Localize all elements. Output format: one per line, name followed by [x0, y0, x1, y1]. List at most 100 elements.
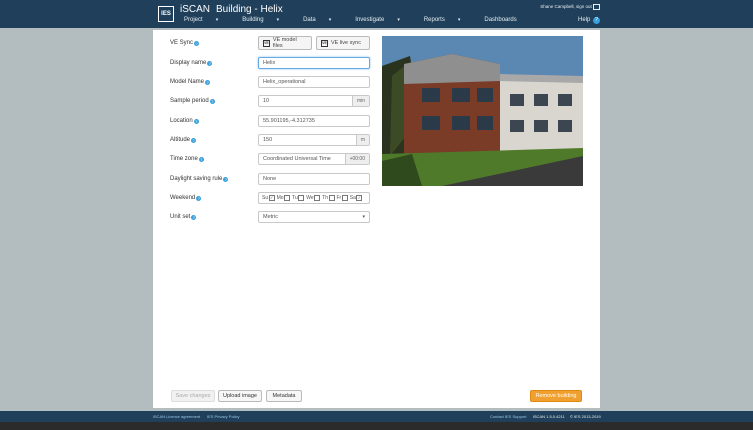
nav-data-label: Data — [303, 17, 316, 23]
app-name[interactable]: iSCAN — [180, 4, 210, 15]
help-link[interactable]: Help ? — [578, 17, 600, 24]
help-icon[interactable]: ? — [207, 60, 213, 66]
licence-link[interactable]: iSCAN Licence agreement — [153, 414, 200, 419]
weekend-day-label: Th — [322, 195, 328, 201]
ve-icon: VE — [321, 39, 328, 47]
unit-set-select[interactable]: Metric ▾ — [258, 211, 370, 223]
top-navbar: IES iSCAN Building - Helix Project ▾ Build… — [0, 0, 753, 28]
altitude-label: Altitude? — [170, 134, 197, 146]
display-name-input[interactable]: Helix — [258, 57, 370, 69]
weekend-day-label: Fr — [336, 195, 342, 201]
chevron-down-icon: ▾ — [328, 17, 332, 23]
bottom-strip — [0, 422, 753, 430]
signout-icon — [593, 4, 600, 10]
copyright-text: © IES 2013-2019 — [570, 414, 601, 419]
ve-live-sync-button[interactable]: VE VE live sync — [316, 36, 370, 50]
chevron-down-icon: ▾ — [397, 17, 400, 23]
version-text: iSCAN 1.5.0.4211 — [533, 414, 565, 419]
display-name-label-text: Display name — [170, 60, 207, 66]
ve-sync-label-text: VE Sync — [170, 40, 194, 46]
ve-icon: VE — [263, 39, 270, 47]
help-icon[interactable]: ? — [209, 98, 215, 104]
metadata-button[interactable]: Metadata — [266, 390, 302, 402]
display-name-label: Display name? — [170, 57, 213, 69]
ve-model-files-button[interactable]: VE VE model files — [258, 36, 312, 50]
weekend-day-tu[interactable]: Tu — [292, 195, 305, 201]
weekend-day-label: Sa — [349, 195, 356, 201]
time-zone-input[interactable]: Coordinated Universal Time +00:00 — [258, 153, 370, 165]
checkbox-icon[interactable] — [328, 195, 335, 201]
weekend-day-su[interactable]: Su ✓ — [262, 195, 275, 201]
chevron-down-icon: ▾ — [362, 214, 365, 220]
weekend-day-fr[interactable]: Fr — [337, 195, 348, 201]
help-icon: ? — [593, 17, 600, 24]
page-title: Building - Helix — [216, 4, 283, 15]
checkbox-icon[interactable] — [284, 195, 291, 201]
footer: iSCAN Licence agreement IES Privacy Poli… — [0, 411, 753, 422]
help-icon[interactable]: ? — [193, 118, 199, 124]
ve-live-sync-label: VE live sync — [331, 40, 361, 46]
nav-building[interactable]: Building ▾ — [242, 17, 291, 23]
checkbox-icon[interactable] — [314, 195, 321, 201]
checkbox-checked-icon[interactable]: ✓ — [356, 195, 363, 201]
nav-project-label: Project — [184, 17, 203, 23]
help-icon[interactable]: ? — [198, 156, 204, 162]
nav-dashboards-label: Dashboards — [484, 17, 517, 23]
help-icon[interactable]: ? — [194, 40, 200, 46]
save-changes-button[interactable]: Save changes — [171, 390, 215, 402]
daylight-saving-input[interactable]: None — [258, 173, 370, 185]
nav-investigate[interactable]: Investigate ▾ — [355, 17, 412, 23]
unit-set-label: Unit set? — [170, 211, 197, 223]
sample-period-value: 10 — [263, 98, 270, 104]
weekend-label-text: Weekend — [170, 195, 196, 201]
weekend-day-we[interactable]: We — [306, 195, 321, 201]
nav-data[interactable]: Data ▾ — [303, 17, 343, 23]
help-icon[interactable]: ? — [191, 214, 197, 220]
building-photo-image — [382, 36, 583, 186]
ies-logo[interactable]: IES — [158, 6, 174, 22]
help-icon[interactable]: ? — [196, 195, 202, 201]
nav-reports-label: Reports — [423, 17, 445, 23]
upload-image-button[interactable]: Upload image — [218, 390, 262, 402]
nav-reports[interactable]: Reports ▾ — [424, 17, 473, 23]
time-zone-offset: +00:00 — [344, 154, 369, 164]
help-icon[interactable]: ? — [205, 79, 211, 85]
altitude-input[interactable]: 150 m — [258, 134, 370, 146]
user-signout[interactable]: Shane Campbell, sign out — [540, 4, 600, 10]
sample-period-unit: min — [351, 96, 369, 106]
nav-dashboards[interactable]: Dashboards — [484, 17, 528, 23]
weekend-day-label: We — [306, 195, 314, 201]
weekend-day-sa[interactable]: Sa ✓ — [350, 195, 363, 201]
weekend-day-mo[interactable]: Mo — [276, 195, 291, 201]
weekend-days: Su ✓ Mo Tu We Th Fr Sa ✓ — [262, 195, 363, 201]
sample-period-input[interactable]: 10 min — [258, 95, 370, 107]
sample-period-label: Sample period? — [170, 95, 215, 107]
main-nav: Project ▾ Building ▾ Data ▾ Investigate ▾ Re… — [184, 17, 541, 23]
help-icon[interactable]: ? — [191, 137, 197, 143]
building-settings-panel: VE Sync? VE VE model files VE VE live sync… — [153, 30, 600, 408]
nav-project[interactable]: Project ▾ — [184, 17, 230, 23]
daylight-saving-label: Daylight saving rule? — [170, 173, 229, 185]
help-icon[interactable]: ? — [223, 176, 229, 182]
chevron-down-icon: ▾ — [215, 17, 219, 23]
weekend-day-th[interactable]: Th — [322, 195, 335, 201]
location-label: Location? — [170, 115, 199, 127]
weekend-day-label: Mo — [276, 195, 284, 201]
building-photo — [382, 36, 583, 186]
support-link[interactable]: Contact IES Support — [490, 414, 526, 419]
remove-building-button[interactable]: Remove building — [530, 390, 582, 402]
model-name-label: Model Name? — [170, 76, 211, 88]
model-name-label-text: Model Name — [170, 79, 205, 85]
weekend-day-label: Su — [262, 195, 269, 201]
nav-building-label: Building — [242, 17, 264, 23]
privacy-link[interactable]: IES Privacy Policy — [207, 414, 239, 419]
checkbox-icon[interactable] — [341, 195, 348, 201]
location-input[interactable]: 55.901195,-4.312735 — [258, 115, 370, 127]
sample-period-label-text: Sample period — [170, 98, 209, 104]
checkbox-checked-icon[interactable]: ✓ — [268, 195, 275, 201]
checkbox-icon[interactable] — [298, 195, 305, 201]
model-name-input[interactable]: Helix_operational — [258, 76, 370, 88]
unit-set-value: Metric — [263, 214, 278, 220]
nav-investigate-label: Investigate — [355, 17, 385, 23]
time-zone-label-text: Time zone — [170, 156, 198, 162]
